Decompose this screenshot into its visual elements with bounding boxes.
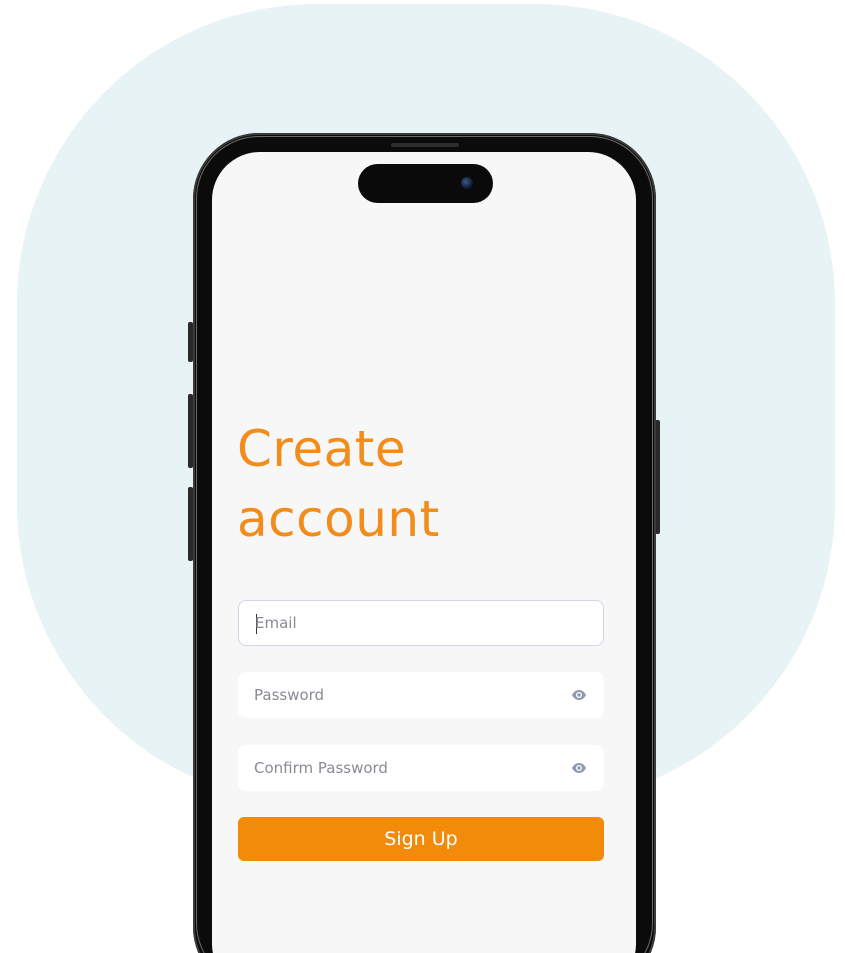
eye-icon[interactable] — [571, 688, 587, 702]
email-input[interactable] — [255, 601, 555, 645]
email-field[interactable] — [238, 600, 604, 646]
stage: Create account Sign Up — [0, 0, 845, 953]
title-line-2: account — [237, 490, 440, 548]
dynamic-island — [358, 164, 493, 203]
camera-icon — [461, 177, 473, 189]
password-field[interactable] — [238, 672, 604, 718]
password-input[interactable] — [254, 672, 554, 718]
phone-screen: Create account Sign Up — [212, 152, 636, 953]
eye-icon[interactable] — [571, 761, 587, 775]
page-title: Create account — [237, 414, 440, 554]
sign-up-button[interactable]: Sign Up — [238, 817, 604, 861]
confirm-password-field[interactable] — [238, 745, 604, 791]
confirm-password-input[interactable] — [254, 745, 554, 791]
phone-speaker — [391, 143, 459, 147]
title-line-1: Create — [237, 420, 407, 478]
